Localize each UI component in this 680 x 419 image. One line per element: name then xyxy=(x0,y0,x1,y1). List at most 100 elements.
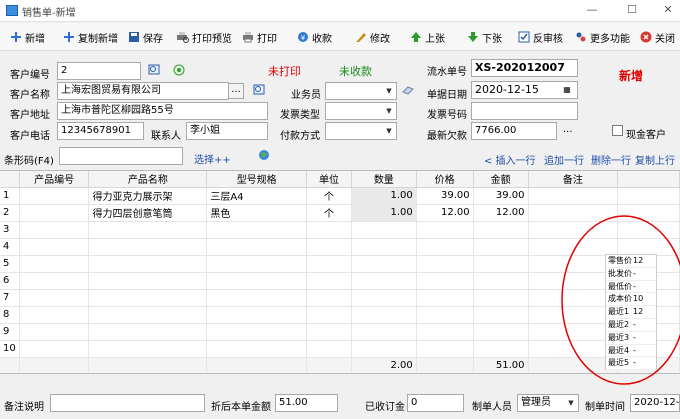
cell-price[interactable] xyxy=(416,340,474,358)
insert-row-link[interactable]: < 插入一行 xyxy=(484,152,536,167)
lookup-icon[interactable] xyxy=(148,64,160,76)
cell-unit[interactable] xyxy=(306,272,352,290)
cell-code[interactable] xyxy=(19,272,90,290)
cell-price[interactable] xyxy=(416,289,474,307)
cell-code[interactable] xyxy=(19,187,90,205)
column-header[interactable]: 数量 xyxy=(351,171,417,188)
cell-unit[interactable] xyxy=(306,323,352,341)
cell-qty[interactable] xyxy=(351,221,417,239)
cell-unit[interactable] xyxy=(306,221,352,239)
unaudit-button[interactable]: 反审核 xyxy=(518,29,563,45)
payment-select[interactable]: ▼ xyxy=(325,122,397,140)
cell-price[interactable] xyxy=(416,272,474,290)
save-button[interactable]: 保存 xyxy=(128,29,163,45)
cell-qty[interactable] xyxy=(351,272,417,290)
cell-unit[interactable] xyxy=(306,289,352,307)
cell-unit[interactable] xyxy=(306,238,352,256)
calendar-icon[interactable]: ▦ xyxy=(560,83,574,97)
cell-unit[interactable]: 个 xyxy=(306,187,352,205)
cell-unit[interactable] xyxy=(306,306,352,324)
cell-qty[interactable] xyxy=(351,340,417,358)
cell-spec[interactable] xyxy=(206,306,308,324)
table-row[interactable]: 1 得力亚克力展示架 三层A4 个 1.00 39.00 39.00 xyxy=(0,187,680,205)
phone-input[interactable]: 12345678901 xyxy=(57,122,144,140)
cell-amount[interactable] xyxy=(473,221,529,239)
prev-button[interactable]: 上张 xyxy=(410,29,445,45)
customer-name-input[interactable]: 上海宏图贸易有限公司 xyxy=(57,82,229,100)
next-button[interactable]: 下张 xyxy=(467,29,502,45)
cell-qty[interactable]: 1.00 xyxy=(351,187,417,205)
more-button[interactable]: 更多功能 xyxy=(575,29,630,45)
cell-price[interactable] xyxy=(416,255,474,273)
copy-new-button[interactable]: 复制新增 xyxy=(63,29,118,45)
cell-spec[interactable] xyxy=(206,289,308,307)
contact-input[interactable]: 李小姐 xyxy=(186,122,268,140)
cell-name[interactable] xyxy=(88,340,208,358)
cell-code[interactable] xyxy=(19,238,90,256)
cell-name[interactable] xyxy=(88,306,208,324)
print-preview-button[interactable]: 打印预览 xyxy=(176,29,232,45)
cash-customer-checkbox[interactable] xyxy=(612,125,623,136)
cell-price[interactable] xyxy=(416,323,474,341)
cell-code[interactable] xyxy=(19,289,90,307)
cell-name[interactable]: 得力亚克力展示架 xyxy=(88,187,208,205)
maximize-button[interactable]: ☐ xyxy=(624,3,640,17)
column-header[interactable]: 价格 xyxy=(416,171,474,188)
cell-amount[interactable]: 12.00 xyxy=(473,204,529,222)
column-header[interactable]: 单位 xyxy=(306,171,352,188)
cell-qty[interactable]: 1.00 xyxy=(351,204,417,222)
cell-price[interactable] xyxy=(416,238,474,256)
invoice-no-input[interactable] xyxy=(471,102,578,120)
cell-amount[interactable] xyxy=(473,323,529,341)
time-input[interactable]: 2020-12-1 xyxy=(630,394,680,412)
lookup-icon[interactable] xyxy=(253,84,265,96)
cell-name[interactable] xyxy=(88,289,208,307)
invoice-type-select[interactable]: ▼ xyxy=(325,102,397,120)
cell-unit[interactable]: 个 xyxy=(306,204,352,222)
cell-spec[interactable] xyxy=(206,340,308,358)
cell-price[interactable]: 39.00 xyxy=(416,187,474,205)
cell-name[interactable] xyxy=(88,272,208,290)
cell-unit[interactable] xyxy=(306,255,352,273)
debt-more-button[interactable]: ... xyxy=(563,124,573,135)
cell-qty[interactable] xyxy=(351,306,417,324)
globe-icon[interactable] xyxy=(258,149,270,161)
cell-amount[interactable] xyxy=(473,306,529,324)
serial-input[interactable]: XS-202012007 xyxy=(471,59,578,77)
edit-button[interactable]: 修改 xyxy=(355,29,390,45)
customer-picker-button[interactable]: ... xyxy=(228,83,244,99)
new-button[interactable]: 新增 xyxy=(10,29,45,45)
column-header[interactable]: 型号规格 xyxy=(206,171,308,188)
remark-input[interactable] xyxy=(50,394,205,412)
cell-code[interactable] xyxy=(19,340,90,358)
cell-name[interactable] xyxy=(88,323,208,341)
column-header[interactable]: 产品名称 xyxy=(88,171,208,188)
cell-spec[interactable] xyxy=(206,323,308,341)
cell-amount[interactable] xyxy=(473,289,529,307)
address-input[interactable]: 上海市普陀区柳园路55号 xyxy=(57,102,268,120)
deposit-input[interactable]: 0 xyxy=(407,394,464,412)
select-link[interactable]: 选择++ xyxy=(194,151,231,166)
add-row-link[interactable]: 追加一行 xyxy=(544,152,584,167)
minimize-button[interactable]: — xyxy=(584,3,600,17)
salesman-select[interactable]: ▼ xyxy=(325,82,397,100)
cell-unit[interactable] xyxy=(306,340,352,358)
eraser-icon[interactable] xyxy=(401,85,415,95)
refresh-icon[interactable] xyxy=(173,64,185,76)
cell-code[interactable] xyxy=(19,204,90,222)
cell-price[interactable]: 12.00 xyxy=(416,204,474,222)
cell-spec[interactable] xyxy=(206,221,308,239)
close-button[interactable]: 关闭 xyxy=(640,29,675,45)
discount-input[interactable]: 51.00 xyxy=(275,394,338,412)
cell-spec[interactable] xyxy=(206,238,308,256)
cell-spec[interactable]: 黑色 xyxy=(206,204,308,222)
print-button[interactable]: 打印 xyxy=(242,29,277,45)
delete-row-link[interactable]: 删除一行 xyxy=(591,152,631,167)
receive-button[interactable]: ¥ 收款 xyxy=(297,29,332,45)
cell-code[interactable] xyxy=(19,221,90,239)
cell-name[interactable] xyxy=(88,221,208,239)
maker-select[interactable]: 管理员 ▼ xyxy=(517,394,579,412)
customer-code-input[interactable]: 2 xyxy=(57,62,141,80)
close-window-button[interactable]: ✕ xyxy=(660,3,676,17)
cell-spec[interactable]: 三层A4 xyxy=(206,187,308,205)
